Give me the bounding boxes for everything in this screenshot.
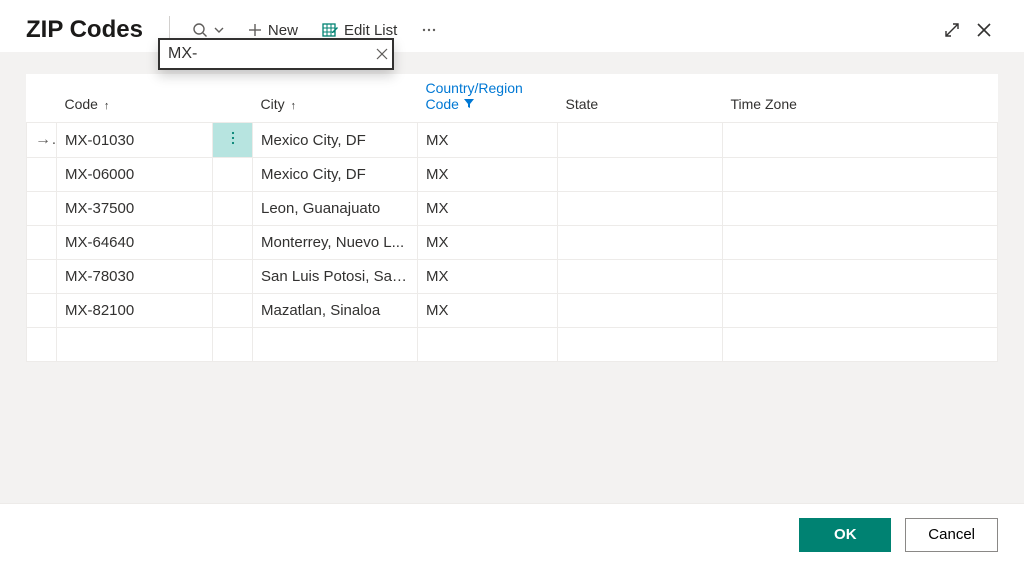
table-row-empty[interactable] (27, 328, 998, 362)
cell-city[interactable]: San Luis Potosi, San... (253, 260, 418, 294)
sort-asc-icon: ↑ (291, 100, 297, 112)
more-vertical-icon (227, 130, 239, 146)
edit-list-label: Edit List (344, 22, 397, 39)
page-header: ZIP Codes New (0, 0, 1024, 52)
col-state-label: State (566, 96, 599, 112)
col-rowmenu (213, 74, 253, 123)
cell-country[interactable]: MX (418, 260, 558, 294)
cell-code[interactable]: MX-06000 (57, 158, 213, 192)
col-code[interactable]: Code ↑ (57, 74, 213, 123)
cell-state[interactable] (558, 192, 723, 226)
cell-tz[interactable] (723, 123, 998, 158)
cell-city[interactable] (253, 328, 418, 362)
table-row[interactable]: → MX-01030 Mexico City, DF MX (27, 123, 998, 158)
cell-code[interactable]: MX-37500 (57, 192, 213, 226)
cell-state[interactable] (558, 123, 723, 158)
cell-tz[interactable] (723, 192, 998, 226)
arrow-right-icon: → (35, 131, 51, 149)
search-input[interactable] (168, 45, 375, 63)
cell-tz[interactable] (723, 226, 998, 260)
row-menu-button[interactable] (213, 192, 253, 226)
row-menu-button[interactable] (213, 158, 253, 192)
cell-tz[interactable] (723, 260, 998, 294)
cell-country[interactable]: MX (418, 226, 558, 260)
row-indicator (27, 192, 57, 226)
cell-tz[interactable] (723, 158, 998, 192)
clear-search-button[interactable] (375, 44, 389, 64)
x-icon (375, 47, 389, 61)
cell-city[interactable]: Mazatlan, Sinaloa (253, 294, 418, 328)
col-country[interactable]: Country/Region Code (418, 74, 558, 123)
cell-state[interactable] (558, 294, 723, 328)
cell-city[interactable]: Mexico City, DF (253, 123, 418, 158)
filter-icon (463, 97, 475, 109)
table-row[interactable]: MX-37500 Leon, Guanajuato MX (27, 192, 998, 226)
row-menu-button[interactable] (213, 260, 253, 294)
cancel-button[interactable]: Cancel (905, 518, 998, 552)
row-menu-button[interactable] (213, 328, 253, 362)
col-city[interactable]: City ↑ (253, 74, 418, 123)
col-state[interactable]: State (558, 74, 723, 123)
cell-code[interactable]: MX-78030 (57, 260, 213, 294)
row-indicator: → (27, 123, 57, 158)
row-menu-button[interactable] (213, 226, 253, 260)
col-timezone[interactable]: Time Zone (723, 74, 998, 123)
ok-button[interactable]: OK (799, 518, 891, 552)
cell-tz[interactable] (723, 328, 998, 362)
cell-city[interactable]: Leon, Guanajuato (253, 192, 418, 226)
close-button[interactable] (970, 16, 998, 44)
cell-city[interactable]: Mexico City, DF (253, 158, 418, 192)
row-indicator (27, 294, 57, 328)
cell-country[interactable]: MX (418, 294, 558, 328)
cell-country[interactable]: MX (418, 123, 558, 158)
col-selector (27, 74, 57, 123)
cell-city[interactable]: Monterrey, Nuevo L... (253, 226, 418, 260)
new-label: New (268, 22, 298, 39)
content-area: Code ↑ City ↑ Country/Region Code (0, 52, 1024, 565)
col-timezone-label: Time Zone (731, 96, 797, 112)
more-actions-button[interactable] (411, 18, 447, 42)
expand-icon (943, 21, 961, 39)
search-box (158, 38, 394, 70)
cell-code[interactable]: MX-64640 (57, 226, 213, 260)
row-indicator (27, 226, 57, 260)
more-horizontal-icon (421, 22, 437, 38)
row-menu-button[interactable] (213, 123, 253, 158)
cell-country[interactable]: MX (418, 158, 558, 192)
chevron-down-icon (214, 25, 224, 35)
page-title: ZIP Codes (26, 16, 143, 44)
col-city-label: City (261, 96, 285, 112)
table-row[interactable]: MX-82100 Mazatlan, Sinaloa MX (27, 294, 998, 328)
cell-country[interactable]: MX (418, 192, 558, 226)
table-row[interactable]: MX-64640 Monterrey, Nuevo L... MX (27, 226, 998, 260)
row-indicator (27, 158, 57, 192)
sort-asc-icon: ↑ (104, 100, 110, 112)
cell-code[interactable] (57, 328, 213, 362)
edit-list-icon (322, 22, 338, 38)
cell-state[interactable] (558, 260, 723, 294)
row-indicator (27, 260, 57, 294)
table-row[interactable]: MX-06000 Mexico City, DF MX (27, 158, 998, 192)
cell-code[interactable]: MX-01030 (57, 123, 213, 158)
cell-country[interactable] (418, 328, 558, 362)
dialog-footer: OK Cancel (0, 503, 1024, 565)
close-icon (975, 21, 993, 39)
cell-code[interactable]: MX-82100 (57, 294, 213, 328)
cell-state[interactable] (558, 226, 723, 260)
data-table: Code ↑ City ↑ Country/Region Code (26, 74, 998, 362)
expand-button[interactable] (938, 16, 966, 44)
cell-tz[interactable] (723, 294, 998, 328)
row-menu-button[interactable] (213, 294, 253, 328)
cell-state[interactable] (558, 328, 723, 362)
plus-icon (248, 23, 262, 37)
row-indicator (27, 328, 57, 362)
table-header-row: Code ↑ City ↑ Country/Region Code (27, 74, 998, 123)
col-code-label: Code (65, 96, 98, 112)
cell-state[interactable] (558, 158, 723, 192)
table-row[interactable]: MX-78030 San Luis Potosi, San... MX (27, 260, 998, 294)
search-icon (192, 22, 208, 38)
